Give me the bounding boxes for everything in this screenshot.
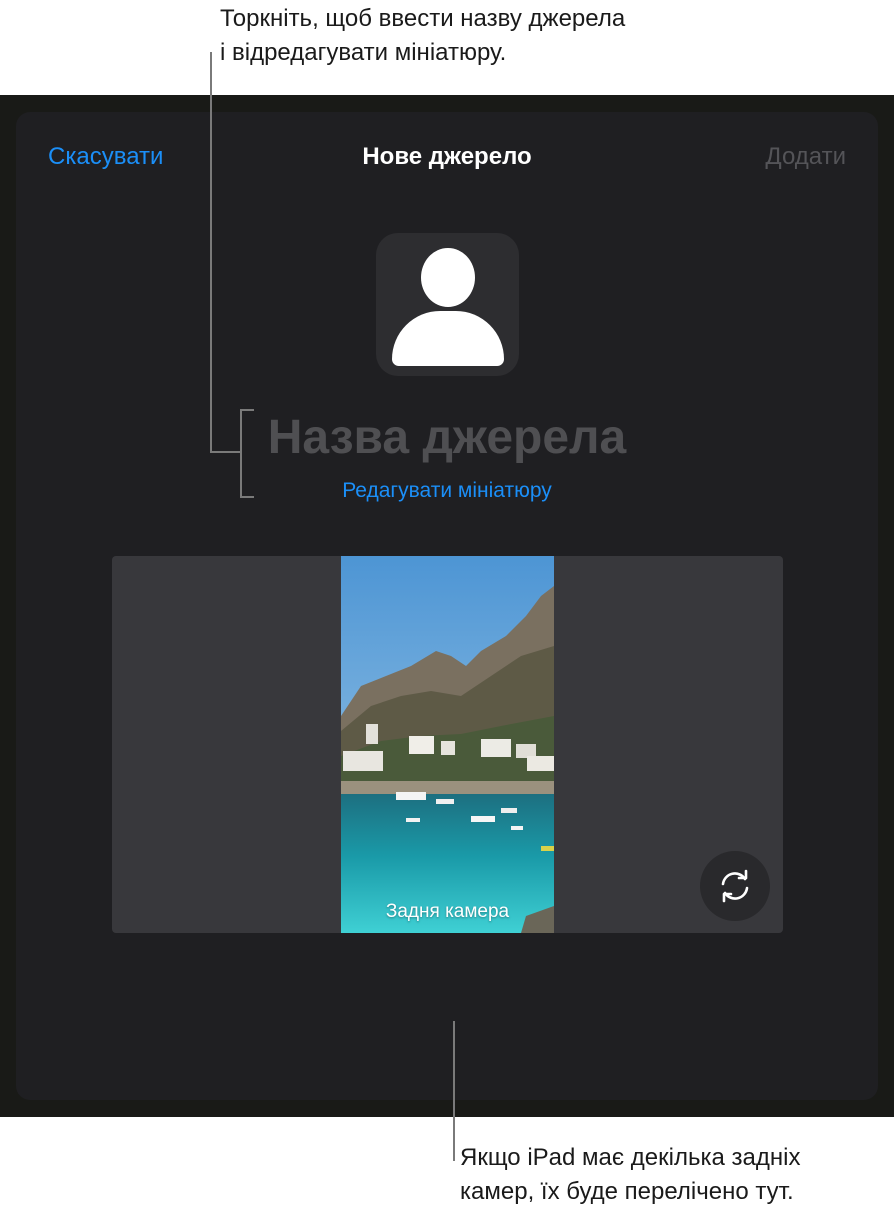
sheet-title: Нове джерело: [362, 143, 532, 170]
callout-top-line-1: Торкніть, щоб ввести назву джерела: [220, 5, 626, 32]
source-thumbnail[interactable]: [376, 233, 519, 376]
callout-bottom: Якщо iPad має декілька задніх камер, їх …: [460, 1141, 800, 1209]
edit-thumbnail-link[interactable]: Редагувати мініатюру: [0, 476, 894, 506]
callout-leader-top-horizontal: [210, 451, 240, 453]
source-name-field[interactable]: Назва джерела: [0, 408, 894, 468]
add-button[interactable]: Додати: [765, 141, 846, 173]
callout-leader-top-vertical: [210, 52, 212, 452]
person-body-shape: [392, 311, 504, 366]
callout-top: Торкніть, щоб ввести назву джерела і від…: [220, 2, 625, 70]
callout-leader-bottom: [453, 1021, 455, 1161]
callout-bracket-bottom: [240, 496, 254, 498]
callout-bottom-line-1: Якщо iPad має декілька задніх: [460, 1144, 801, 1171]
callout-bracket-top: [240, 409, 254, 411]
camera-preview[interactable]: Задня камера: [341, 556, 554, 933]
camera-preview-image: [341, 556, 554, 933]
callout-top-line-2: і відредагувати мініатюру.: [220, 39, 507, 66]
callout-bottom-line-2: камер, їх буде перелічено тут.: [460, 1178, 794, 1205]
camera-label: Задня камера: [385, 901, 510, 922]
switch-camera-button[interactable]: [700, 851, 770, 921]
rotate-arrows-icon: [721, 869, 749, 903]
callout-bracket-vertical: [240, 409, 242, 498]
person-head-shape: [421, 248, 475, 307]
